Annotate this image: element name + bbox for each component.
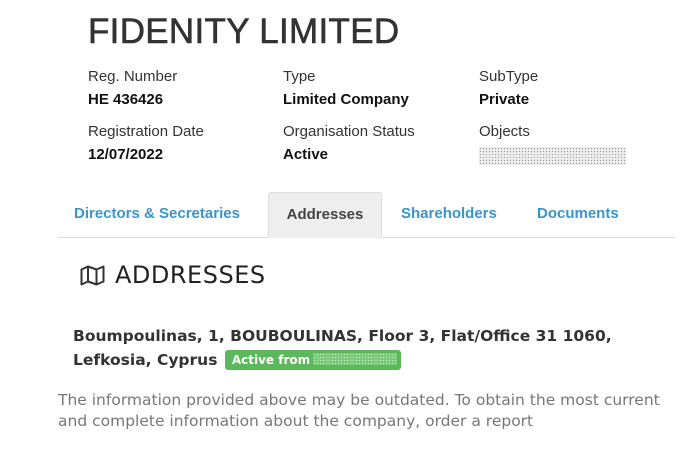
reg-number-label: Reg. Number (88, 68, 178, 85)
addresses-section-heading: ADDRESSES (80, 259, 266, 291)
section-title: ADDRESSES (115, 261, 266, 289)
organisation-status-label: Organisation Status (283, 123, 415, 140)
reg-number-field: Reg. Number HE 436426 (88, 68, 177, 109)
organisation-status-field: Organisation Status Active (283, 123, 415, 164)
type-field: Type Limited Company (283, 68, 409, 109)
subtype-field: SubType Private (479, 68, 538, 109)
type-value: Limited Company (283, 91, 409, 108)
type-label: Type (283, 68, 316, 85)
registration-date-label: Registration Date (88, 123, 204, 140)
tab-bar: Directors & Secretaries Addresses Shareh… (58, 192, 675, 238)
badge-date-redacted (313, 353, 398, 365)
registration-date-value: 12/07/2022 (88, 146, 164, 163)
objects-label: Objects (479, 123, 530, 140)
objects-redacted-value (479, 147, 626, 165)
badge-label: Active from (231, 353, 311, 367)
active-from-badge: Active from (224, 350, 402, 370)
subtype-value: Private (479, 91, 530, 108)
organisation-status-value: Active (283, 146, 329, 163)
tab-directors-secretaries[interactable]: Directors & Secretaries (74, 192, 240, 236)
subtype-label: SubType (479, 68, 539, 85)
objects-field: Objects (479, 123, 626, 170)
tab-shareholders[interactable]: Shareholders (401, 192, 497, 236)
reg-number-value: HE 436426 (88, 91, 164, 108)
address-entry: Boumpoulinas, 1, BOUBOULINAS, Floor 3, F… (73, 324, 633, 372)
registration-date-field: Registration Date 12/07/2022 (88, 123, 204, 164)
company-name: FIDENITY LIMITED (88, 12, 400, 52)
outdated-info-disclaimer: The information provided above may be ou… (58, 391, 660, 430)
map-icon (80, 265, 105, 285)
tab-addresses[interactable]: Addresses (268, 192, 382, 238)
tab-documents[interactable]: Documents (537, 192, 619, 236)
